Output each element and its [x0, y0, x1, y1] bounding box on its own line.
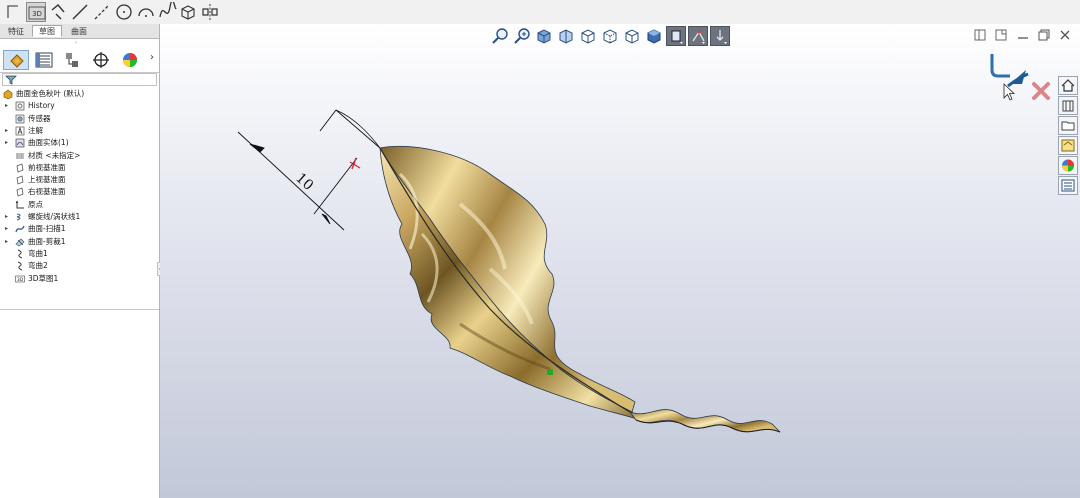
tab-surfaces[interactable]: 曲面 — [64, 25, 94, 37]
plane-icon — [15, 187, 25, 197]
tree-item-label: 曲面-扫描1 — [28, 224, 66, 234]
circle-icon[interactable] — [114, 2, 134, 22]
helix-icon — [15, 212, 25, 222]
tree-expand-icon[interactable]: ▸ — [5, 137, 8, 149]
plane-icon — [15, 175, 25, 185]
surface-sweep-icon — [15, 224, 25, 234]
model-canvas[interactable]: 10 — [160, 24, 1080, 498]
3d-sketch-label: 3D — [32, 10, 42, 18]
dimension-value[interactable]: 10 — [292, 170, 316, 194]
dimxpertmanager-icon[interactable] — [88, 50, 114, 70]
leaf-surface[interactable] — [379, 145, 781, 433]
more-tabs-chevron-icon[interactable]: › — [150, 52, 154, 63]
filter-icon — [5, 75, 17, 85]
plane-icon — [15, 163, 25, 173]
tree-item-label: 注解 — [28, 125, 43, 135]
sketch-icon[interactable] — [4, 2, 24, 22]
displaymanager-icon[interactable] — [117, 50, 143, 70]
annotation-icon — [15, 126, 25, 136]
mirror-icon[interactable] — [200, 2, 220, 22]
panel-grip-icon[interactable]: ◦ — [74, 39, 78, 47]
tree-item-label: 右视基准面 — [28, 187, 66, 197]
tree-item[interactable]: 右视基准面 — [0, 186, 159, 198]
3d-sketch-icon: 3D — [15, 274, 25, 284]
material-icon — [15, 151, 25, 161]
spline-icon[interactable] — [158, 2, 178, 22]
tree-expand-icon[interactable]: ▸ — [5, 100, 8, 112]
tree-item[interactable]: 传感器 — [0, 113, 159, 125]
tree-expand-icon[interactable]: ▸ — [5, 125, 8, 137]
tree-item[interactable]: ▸ 曲面-扫描1 — [0, 223, 159, 235]
featuremanager-tree-icon[interactable] — [3, 50, 29, 70]
tree-item-label: 曲面金色秋叶 (默认) — [16, 89, 85, 98]
tree-item-label: 上视基准面 — [28, 175, 66, 185]
flex-icon — [15, 261, 25, 271]
tree-expand-icon[interactable]: ▸ — [5, 223, 8, 235]
part-icon — [3, 89, 13, 100]
sketch-point-marker[interactable] — [547, 369, 553, 375]
propertymanager-icon[interactable] — [31, 50, 57, 70]
centerline-icon[interactable] — [92, 2, 112, 22]
tree-item-label: 材质 <未指定> — [28, 150, 81, 160]
tree-item-label: 前视基准面 — [28, 162, 66, 172]
tree-item-label: 曲面实体(1) — [28, 138, 69, 148]
tree-filter-input[interactable] — [2, 73, 157, 86]
surface-trim-icon — [15, 237, 25, 247]
tree-item-label: 传感器 — [28, 113, 51, 123]
tree-item[interactable]: 3D 3D草图1 — [0, 273, 159, 285]
tab-features[interactable]: 特征 — [2, 25, 30, 37]
tree-item[interactable]: 上视基准面 — [0, 174, 159, 186]
tree-item-label: History — [28, 101, 55, 111]
graphics-area[interactable]: 10 — [160, 24, 1080, 498]
configurationmanager-icon[interactable] — [59, 50, 85, 70]
tree-item-label: 弯曲2 — [28, 261, 48, 271]
flex-icon — [15, 249, 25, 259]
manager-tab-bar: › — [0, 48, 159, 73]
tree-item-label: 3D草图1 — [28, 273, 59, 283]
tree-item-label: 曲面-剪裁1 — [28, 236, 66, 246]
tree-item[interactable]: 材质 <未指定> — [0, 150, 159, 162]
origin-icon — [15, 200, 25, 210]
feature-manager-panel: 特征 草图 曲面 ◦ › 曲面金色秋叶 (默认) ▸ History 传感器 ▸ 注解 ▸ 曲… — [0, 24, 160, 498]
command-manager-tabs: 特征 草图 曲面 — [0, 24, 159, 39]
tree-item[interactable]: 弯曲1 — [0, 248, 159, 260]
tree-item[interactable]: ▸ 曲面-剪裁1 — [0, 236, 159, 248]
tree-item[interactable]: ▸ 螺旋线/涡状线1 — [0, 211, 159, 223]
smart-dimension-icon[interactable] — [48, 2, 68, 22]
tree-divider — [0, 309, 159, 310]
tree-item[interactable]: ▸ 注解 — [0, 125, 159, 137]
arc-icon[interactable] — [136, 2, 156, 22]
tree-item[interactable]: 曲面金色秋叶 (默认) — [0, 88, 159, 100]
surface-body-icon — [15, 138, 25, 148]
tree-item-label: 弯曲1 — [28, 248, 48, 258]
svg-text:3D: 3D — [17, 277, 24, 283]
sensor-icon — [15, 114, 25, 124]
3d-sketch-icon[interactable]: 3D — [26, 2, 46, 22]
tree-item[interactable]: ▸ History — [0, 100, 159, 112]
tree-item[interactable]: ▸ 曲面实体(1) — [0, 137, 159, 149]
line-icon[interactable] — [70, 2, 90, 22]
box-icon[interactable] — [178, 2, 198, 22]
tab-sketch[interactable]: 草图 — [32, 25, 62, 37]
tree-item-label: 螺旋线/涡状线1 — [28, 212, 81, 221]
sketch-toolbar: 3D — [0, 0, 1080, 25]
tree-expand-icon[interactable]: ▸ — [5, 236, 8, 248]
dimension-annotation[interactable] — [237, 109, 381, 231]
tree-item[interactable]: 原点 — [0, 199, 159, 211]
tree-item[interactable]: 前视基准面 — [0, 162, 159, 174]
tree-expand-icon[interactable]: ▸ — [5, 211, 8, 223]
history-icon — [15, 101, 25, 111]
tree-item-label: 原点 — [28, 199, 43, 209]
tree-item[interactable]: 弯曲2 — [0, 260, 159, 272]
